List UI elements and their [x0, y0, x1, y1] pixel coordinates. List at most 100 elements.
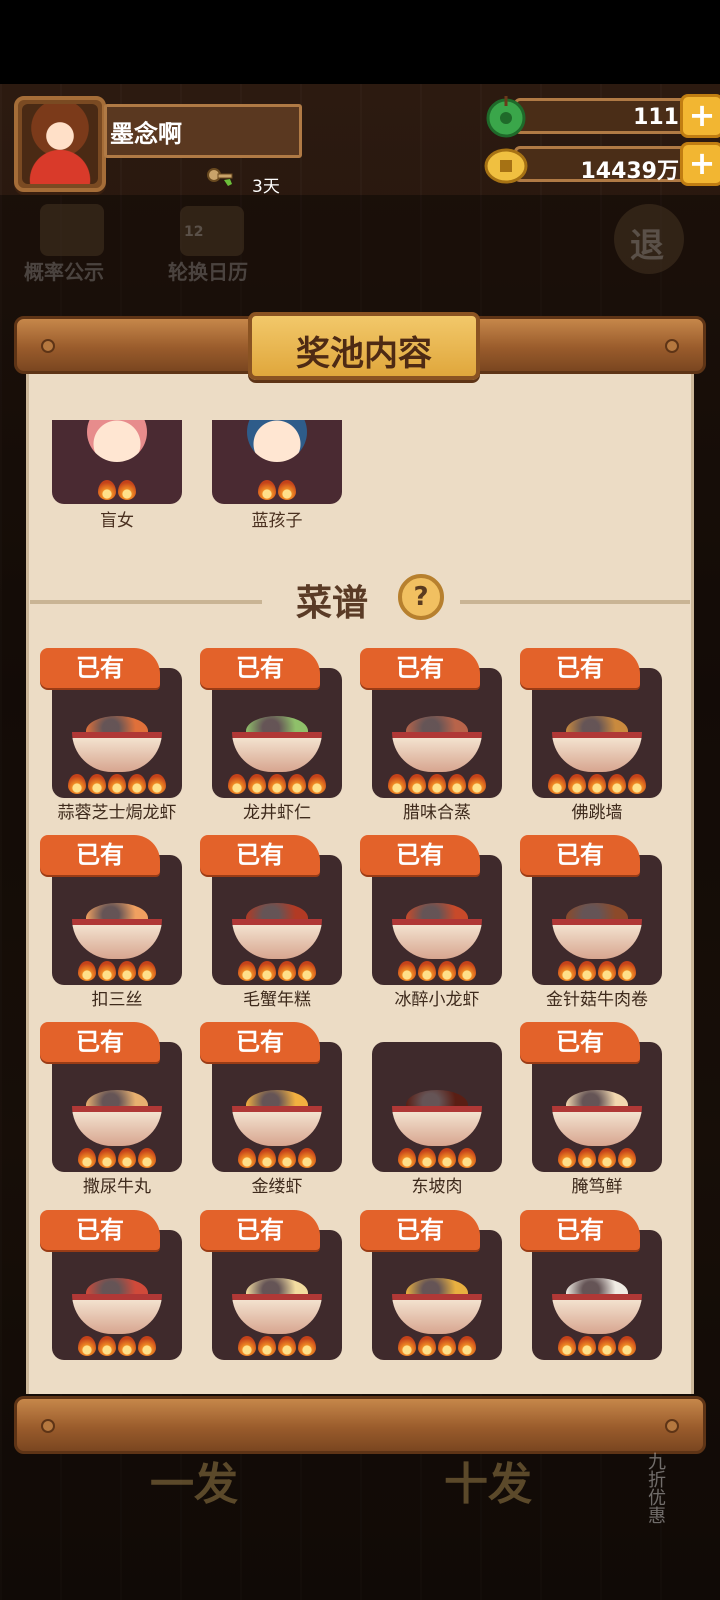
flame-icon: [148, 774, 166, 794]
flame-icon: [228, 774, 246, 794]
flame-icon: [128, 774, 146, 794]
flame-icon: [98, 1148, 116, 1168]
days-remaining: 3天: [252, 177, 280, 197]
owned-badge: 已有: [360, 1210, 480, 1250]
rarity-flames: [384, 961, 490, 981]
coin-amount: 14439万: [580, 159, 679, 184]
player-avatar[interactable]: [14, 96, 106, 192]
flame-icon: [238, 1148, 256, 1168]
recipe-name: 金缕虾: [251, 1177, 303, 1197]
add-coins-button[interactable]: +: [680, 142, 720, 186]
flame-icon: [258, 1148, 276, 1168]
recipe-card[interactable]: 已有: [520, 1022, 662, 1172]
dish-image: [72, 1278, 162, 1334]
panel-title-plate: 奖池内容: [248, 312, 480, 380]
flame-icon: [388, 774, 406, 794]
ten-draw-button[interactable]: 十发: [444, 1448, 532, 1512]
recipe-card[interactable]: 已有: [40, 835, 182, 985]
character-card-blind-girl[interactable]: [52, 420, 182, 504]
recipe-card[interactable]: 已有: [40, 648, 182, 798]
rarity-flames: [224, 774, 330, 794]
flame-icon: [78, 1336, 96, 1356]
recipe-card[interactable]: 已有: [520, 1210, 662, 1360]
owned-badge: 已有: [520, 648, 640, 688]
recipe-card[interactable]: 已有: [360, 648, 502, 798]
owned-badge: 已有: [520, 1210, 640, 1250]
owned-badge: 已有: [360, 648, 480, 688]
flame-icon: [588, 774, 606, 794]
dish-image: [392, 903, 482, 959]
flame-icon: [298, 1148, 316, 1168]
flame-icon: [598, 961, 616, 981]
flame-icon: [108, 774, 126, 794]
status-bar-area: [0, 0, 720, 84]
flame-icon: [248, 774, 266, 794]
dish-image: [72, 716, 162, 772]
character-card-blue-kid[interactable]: [212, 420, 342, 504]
flame-icon: [618, 961, 636, 981]
rarity-flames: [544, 774, 650, 794]
flame-icon: [278, 1336, 296, 1356]
dish-image: [392, 1090, 482, 1146]
help-button[interactable]: ?: [398, 574, 444, 620]
rarity-flames: [384, 1336, 490, 1356]
flame-icon: [298, 961, 316, 981]
add-jade-button[interactable]: +: [680, 94, 720, 138]
rarity-flames: [544, 1148, 650, 1168]
recipe-card[interactable]: 已有: [200, 1022, 342, 1172]
recipe-name: 扣三丝: [91, 990, 143, 1010]
flame-icon: [288, 774, 306, 794]
dish-image: [392, 716, 482, 772]
flame-icon: [418, 1336, 436, 1356]
key-icon: [207, 168, 233, 186]
recipe-name: 金针菇牛肉卷: [546, 990, 648, 1010]
rarity-flames: [64, 774, 170, 794]
recipe-card[interactable]: 已有: [200, 835, 342, 985]
flame-icon: [298, 1336, 316, 1356]
dish-image: [232, 903, 322, 959]
flame-icon: [238, 961, 256, 981]
dish-image: [232, 1278, 322, 1334]
recipe-card[interactable]: 已有: [200, 1210, 342, 1360]
flame-icon: [138, 1336, 156, 1356]
flame-icon: [438, 1336, 456, 1356]
flame-icon: [118, 961, 136, 981]
recipe-card[interactable]: 已有: [520, 648, 662, 798]
recipe-card[interactable]: 已有: [40, 1022, 182, 1172]
recipe-name: 冰醉小龙虾: [394, 990, 480, 1010]
recipe-card[interactable]: 已有: [360, 835, 502, 985]
single-draw-button[interactable]: 一发: [150, 1448, 238, 1512]
recipe-card[interactable]: 已有: [360, 1210, 502, 1360]
flame-icon: [398, 1148, 416, 1168]
dish-image: [552, 903, 642, 959]
recipe-card[interactable]: 已有: [40, 1210, 182, 1360]
flame-icon: [278, 961, 296, 981]
recipe-card[interactable]: [372, 1042, 502, 1172]
rarity-flames: [384, 774, 490, 794]
flame-icon: [118, 1336, 136, 1356]
owned-badge: 已有: [200, 1210, 320, 1250]
owned-badge: 已有: [40, 1210, 160, 1250]
recipe-card[interactable]: 已有: [200, 648, 342, 798]
owned-badge: 已有: [360, 835, 480, 875]
flame-icon: [618, 1148, 636, 1168]
rarity-flames: [544, 961, 650, 981]
flame-icon: [578, 1148, 596, 1168]
rarity-flames: [64, 961, 170, 981]
recipe-name: 蒜蓉芝士焗龙虾: [57, 803, 177, 823]
owned-badge: 已有: [520, 835, 640, 875]
divider-left: [30, 600, 262, 604]
recipe-name: 龙井虾仁: [243, 803, 311, 823]
character-name: 蓝孩子: [251, 511, 303, 531]
flame-icon: [618, 1336, 636, 1356]
rarity-flames: [224, 1336, 330, 1356]
dish-image: [72, 903, 162, 959]
flame-icon: [68, 774, 86, 794]
discount-tag: 九折优惠: [645, 1452, 666, 1524]
flame-icon: [448, 774, 466, 794]
flame-icon: [558, 961, 576, 981]
recipe-card[interactable]: 已有: [520, 835, 662, 985]
rarity-flames: [224, 961, 330, 981]
flame-icon: [118, 1148, 136, 1168]
flame-icon: [138, 1148, 156, 1168]
